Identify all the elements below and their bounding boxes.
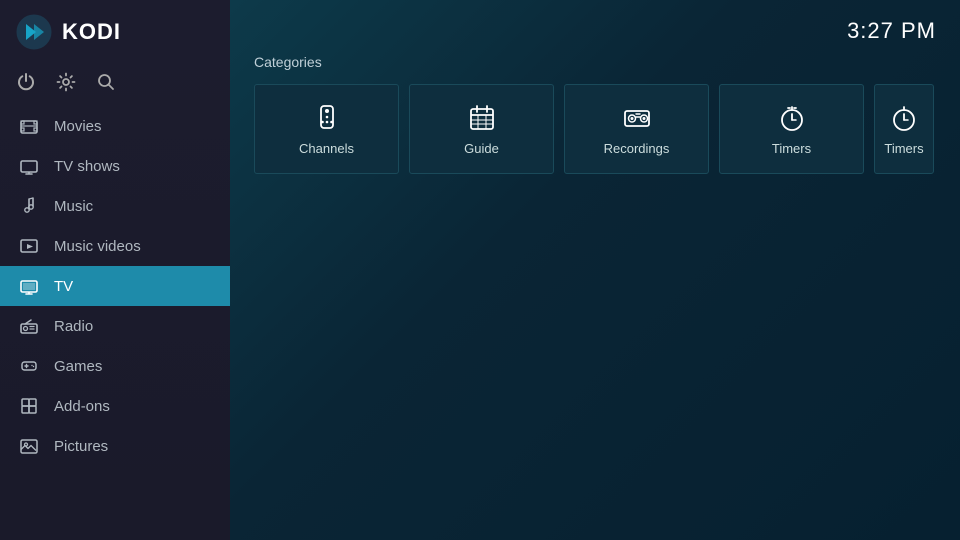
timers2-label: Timers	[884, 141, 923, 156]
search-icon[interactable]	[96, 72, 116, 92]
recordings-card[interactable]: Recordings	[564, 84, 709, 174]
pictures-label: Pictures	[54, 438, 108, 455]
addons-icon	[18, 395, 40, 417]
main-content: 3:27 PM Categories Channels	[230, 0, 960, 540]
sidebar-item-pictures[interactable]: Pictures	[0, 426, 230, 466]
sidebar-item-movies[interactable]: Movies	[0, 106, 230, 146]
tv-label: TV	[54, 278, 73, 295]
sidebar-item-radio[interactable]: Radio	[0, 306, 230, 346]
sidebar-item-addons[interactable]: Add-ons	[0, 386, 230, 426]
recordings-label: Recordings	[604, 141, 670, 156]
timers-label: Timers	[772, 141, 811, 156]
tvshows-label: TV shows	[54, 158, 120, 175]
power-icon[interactable]	[16, 72, 36, 92]
movies-icon	[18, 115, 40, 137]
clock-display: 3:27 PM	[847, 18, 936, 44]
channels-label: Channels	[299, 141, 354, 156]
channels-icon	[312, 103, 342, 133]
musicvideos-icon	[18, 235, 40, 257]
tvshows-icon	[18, 155, 40, 177]
music-label: Music	[54, 198, 93, 215]
sidebar: KODI	[0, 0, 230, 540]
sidebar-item-musicvideos[interactable]: Music videos	[0, 226, 230, 266]
guide-icon	[467, 103, 497, 133]
sidebar-item-tvshows[interactable]: TV shows	[0, 146, 230, 186]
timers-icon	[777, 103, 807, 133]
sidebar-item-games[interactable]: Games	[0, 346, 230, 386]
music-icon	[18, 195, 40, 217]
guide-label: Guide	[464, 141, 499, 156]
movies-label: Movies	[54, 118, 102, 135]
sidebar-item-music[interactable]: Music	[0, 186, 230, 226]
categories-grid: Channels Guide	[254, 84, 936, 174]
kodi-logo-icon	[16, 14, 52, 50]
addons-label: Add-ons	[54, 398, 110, 415]
settings-icon[interactable]	[56, 72, 76, 92]
musicvideos-label: Music videos	[54, 238, 141, 255]
games-label: Games	[54, 358, 102, 375]
recordings-icon	[622, 103, 652, 133]
radio-icon	[18, 315, 40, 337]
sidebar-header: KODI	[0, 0, 230, 64]
sidebar-item-tv[interactable]: TV	[0, 266, 230, 306]
radio-label: Radio	[54, 318, 93, 335]
timers2-icon	[889, 103, 919, 133]
sidebar-nav: Movies TV shows	[0, 106, 230, 540]
timers2-card[interactable]: Timers	[874, 84, 934, 174]
categories-label: Categories	[254, 54, 936, 70]
tv-icon	[18, 275, 40, 297]
games-icon	[18, 355, 40, 377]
sidebar-action-icons	[0, 64, 230, 106]
app-title: KODI	[62, 19, 121, 45]
topbar: 3:27 PM	[254, 18, 936, 44]
timers-card[interactable]: Timers	[719, 84, 864, 174]
guide-card[interactable]: Guide	[409, 84, 554, 174]
channels-card[interactable]: Channels	[254, 84, 399, 174]
pictures-icon	[18, 435, 40, 457]
